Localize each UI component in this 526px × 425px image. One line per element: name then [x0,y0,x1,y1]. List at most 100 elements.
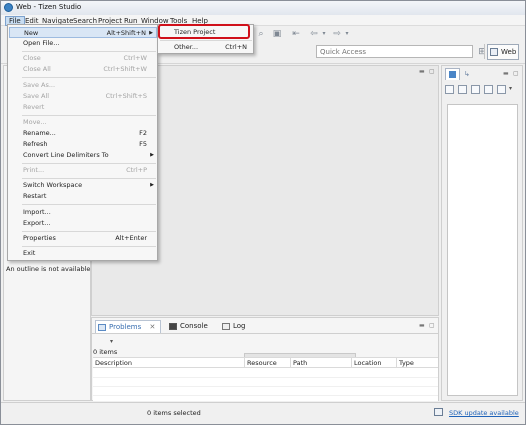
column-type[interactable]: Type [397,358,438,368]
menu-item-move[interactable]: Move... [9,117,157,128]
layout-icon[interactable] [497,85,506,94]
menu-item-label: Tizen Project [174,28,216,36]
menu-item-close-all[interactable]: Close All Ctrl+Shift+W [9,64,157,75]
view-menu-icon[interactable]: ▾ [110,338,113,345]
minimize-icon[interactable]: ▬ [419,69,427,75]
menu-item-import[interactable]: Import... [9,207,157,218]
tab-console[interactable]: Console [167,320,208,333]
menu-item-label: Properties [23,234,56,242]
menu-item-convert-line-delimiters[interactable]: Convert Line Delimiters To ▶ [9,150,157,161]
menu-item-label: Export... [23,219,51,227]
link-editor-icon[interactable] [458,85,467,94]
menu-item-new[interactable]: New Alt+Shift+N ▶ [9,27,157,38]
collapse-all-icon[interactable] [445,85,454,94]
quick-access-input[interactable] [316,45,473,58]
close-icon[interactable]: ✕ [150,323,156,331]
column-description[interactable]: Description [93,358,245,368]
menu-item-refresh[interactable]: Refresh F5 [9,139,157,150]
menu-item-label: Exit [23,249,36,257]
menu-item-label: Refresh [23,140,48,148]
tab-problems[interactable]: Problems ✕ [95,320,161,333]
view-tab-secondary-icon[interactable]: ↳ [464,70,472,78]
menu-item-label: Close All [23,65,51,73]
tab-log[interactable]: Log [220,320,246,333]
window-title: Web - Tizen Studio [16,3,82,11]
column-location[interactable]: Location [352,358,397,368]
menu-item-save-all[interactable]: Save All Ctrl+Shift+S [9,91,157,102]
menu-item-restart[interactable]: Restart [9,191,157,202]
menu-item-accel: Ctrl+Shift+W [103,65,147,73]
table-row [93,387,438,396]
view-tab-icon [449,71,456,78]
menu-item-export[interactable]: Export... [9,218,157,229]
view-toolbar: ▾ [445,85,521,95]
menu-separator [22,246,156,247]
view-tab-active[interactable] [445,68,460,80]
menu-item-open-file[interactable]: Open File... [9,38,157,49]
menu-separator [22,231,156,232]
forward-icon[interactable]: ⇨ [332,29,342,39]
problems-table: Description Resource Path Location Type [93,357,438,401]
menu-item-properties[interactable]: Properties Alt+Enter [9,233,157,244]
column-path[interactable]: Path [291,358,352,368]
menu-item-revert[interactable]: Revert [9,102,157,113]
menu-item-switch-workspace[interactable]: Switch Workspace ▶ [9,180,157,191]
web-perspective-icon [490,48,498,56]
menu-item-label: Save As... [23,81,56,89]
sort-icon[interactable] [484,85,493,94]
menu-item-label: Move... [23,118,47,126]
view-content [447,104,518,396]
menu-item-save-as[interactable]: Save As... [9,80,157,91]
menu-item-label: Revert [23,103,45,111]
menu-item-accel: Ctrl+N [225,43,247,51]
pin-editor-icon[interactable]: ▣ [272,29,282,39]
menu-item-label: Save All [23,92,50,100]
menu-item-other[interactable]: Other... Ctrl+N [160,42,252,53]
back-dropdown-icon[interactable]: ▾ [319,29,329,39]
menu-item-exit[interactable]: Exit [9,248,157,259]
menu-item-label: Close [23,54,41,62]
new-submenu: Tizen Project Other... Ctrl+N [157,24,254,54]
view-menu-icon[interactable]: ▾ [509,85,512,92]
menu-item-label: Convert Line Delimiters To [23,151,109,159]
menu-separator [22,178,156,179]
minimize-icon[interactable]: ▬ [419,322,425,329]
table-row [93,369,438,378]
menu-separator [22,163,156,164]
log-icon [222,323,230,330]
column-resource[interactable]: Resource [245,358,291,368]
forward-dropdown-icon[interactable]: ▾ [342,29,352,39]
open-perspective-icon[interactable]: ⊞ [477,47,487,57]
filter-icon[interactable] [471,85,480,94]
table-row [93,378,438,387]
problems-panel: Problems ✕ Console Log ▬ ▢ ▾ 0 items Des… [91,317,439,401]
menu-item-accel: F5 [139,140,147,148]
menu-item-label: Open File... [23,39,60,47]
bottom-tab-bar: Problems ✕ Console Log [92,318,438,334]
back-icon[interactable]: ⇦ [309,29,319,39]
last-edit-location-icon[interactable]: ⇤ [291,29,301,39]
menu-item-close[interactable]: Close Ctrl+W [9,53,157,64]
maximize-icon[interactable]: ▢ [429,69,437,75]
file-menu: New Alt+Shift+N ▶ Open File... Close Ctr… [7,24,158,261]
tab-log-label: Log [233,322,246,330]
status-bar: 0 items selected SDK update available [1,402,525,424]
table-header: Description Resource Path Location Type [93,358,438,368]
sdk-update-icon [434,408,443,416]
menu-item-print[interactable]: Print... Ctrl+P [9,165,157,176]
toolbar-separator [484,44,485,59]
menu-item-rename[interactable]: Rename... F2 [9,128,157,139]
maximize-icon[interactable]: ▢ [513,70,519,77]
menu-item-tizen-project[interactable]: Tizen Project [160,27,252,38]
menu-item-accel: Alt+Enter [115,234,147,242]
minimize-icon[interactable]: ▬ [503,70,509,77]
tizen-app-icon [4,3,13,12]
menu-separator [160,40,252,41]
outline-message: An outline is not available. [6,265,93,273]
console-icon [169,323,177,330]
search-icon[interactable]: ⌕ [256,29,266,39]
perspective-web-button[interactable]: Web [487,44,519,60]
submenu-arrow-icon: ▶ [150,152,154,158]
sdk-update-link[interactable]: SDK update available [449,409,519,417]
maximize-icon[interactable]: ▢ [429,322,435,329]
